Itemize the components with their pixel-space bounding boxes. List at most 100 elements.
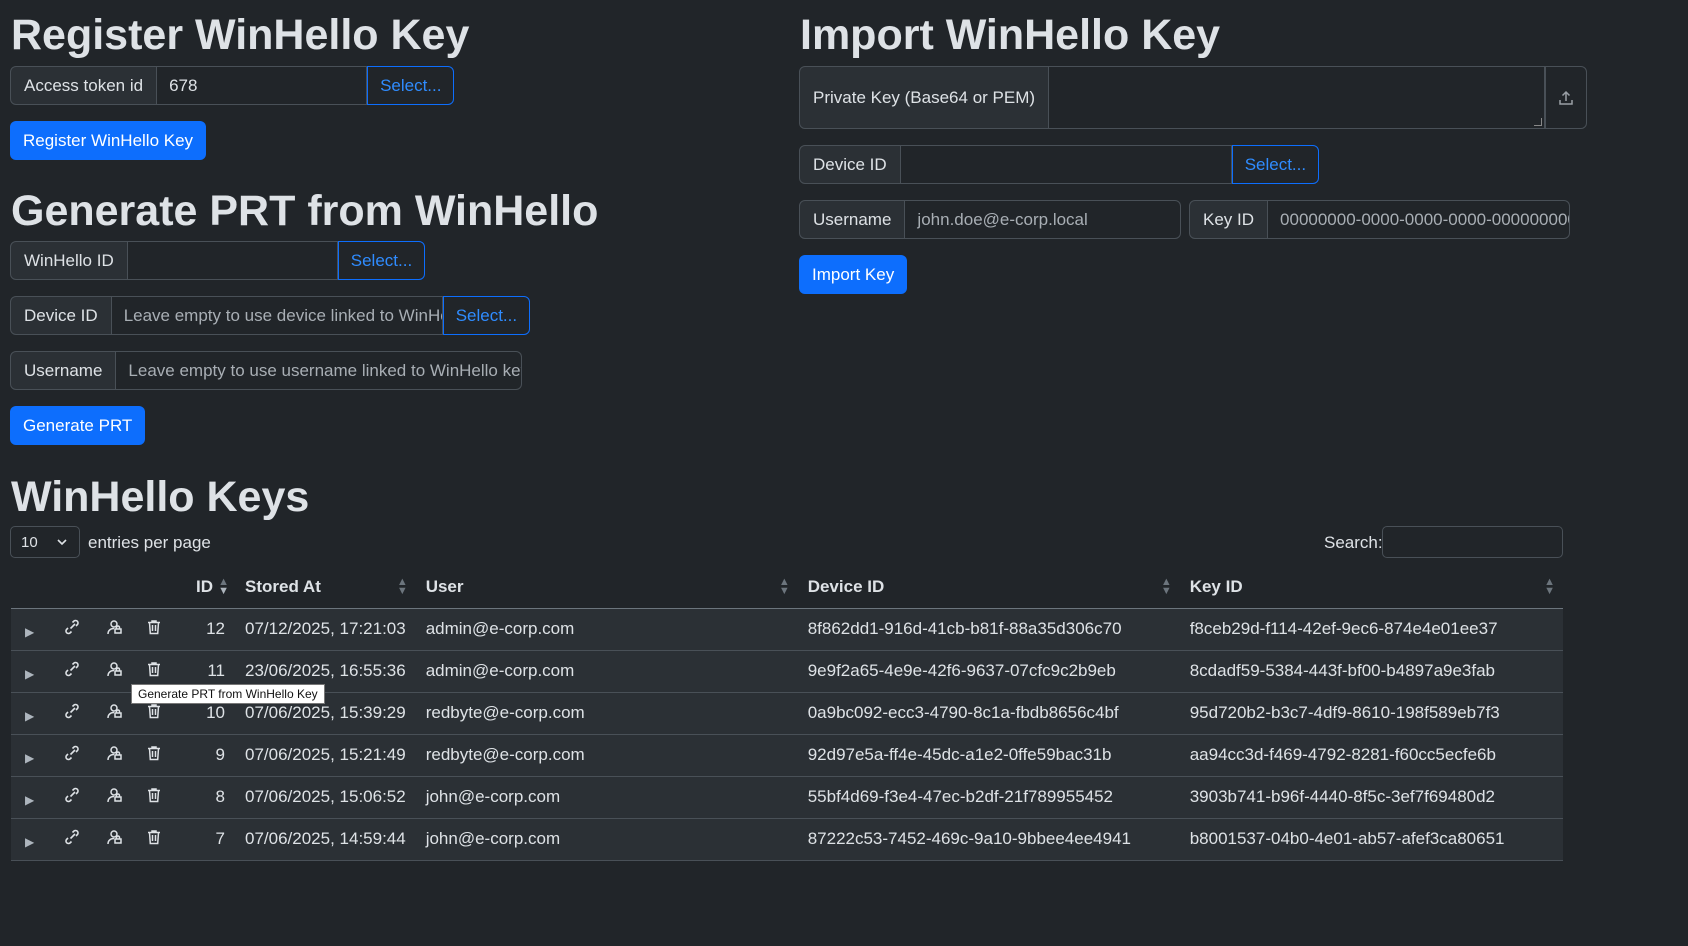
row-key-id: f8ceb29d-f114-42ef-9ec6-874e4e01ee37 bbox=[1179, 608, 1563, 651]
link-icon[interactable] bbox=[63, 702, 81, 720]
private-key-group: Private Key (Base64 or PEM) bbox=[799, 66, 1588, 129]
col-stored-at[interactable]: Stored At ▲ ▼ bbox=[235, 566, 416, 609]
generate-prt-icon[interactable] bbox=[105, 786, 123, 804]
link-icon[interactable] bbox=[63, 618, 81, 636]
private-key-label: Private Key (Base64 or PEM) bbox=[799, 66, 1050, 129]
row-key-id: aa94cc3d-f469-4792-8281-f60cc5ecfe6b bbox=[1179, 734, 1563, 777]
trash-icon[interactable] bbox=[145, 744, 163, 762]
import-keyid-input[interactable]: 00000000-0000-0000-0000-00000000000 bbox=[1268, 200, 1571, 239]
trash-icon[interactable] bbox=[145, 660, 163, 678]
import-username-input[interactable]: john.doe@e-corp.local bbox=[905, 200, 1182, 239]
generate-prt-icon[interactable] bbox=[105, 744, 123, 762]
winhello-id-input[interactable] bbox=[127, 241, 338, 280]
generate-device-input[interactable]: Leave empty to use device linked to WinH… bbox=[111, 296, 443, 335]
import-username-group: Username john.doe@e-corp.local bbox=[799, 200, 1182, 239]
table-row[interactable]: ▶ 12 07/12/2025, 17:21:03 admin@e-corp.com 8… bbox=[11, 608, 1563, 651]
search-input[interactable] bbox=[1382, 526, 1563, 558]
upload-icon bbox=[1557, 89, 1575, 107]
generate-device-group: Device ID Leave empty to use device link… bbox=[10, 296, 531, 335]
generate-username-group: Username Leave empty to use username lin… bbox=[10, 351, 523, 390]
trash-icon[interactable] bbox=[145, 702, 163, 720]
chevron-down-icon bbox=[55, 535, 69, 549]
expand-row-icon[interactable]: ▶ bbox=[25, 709, 55, 723]
generate-prt-icon[interactable] bbox=[105, 828, 123, 846]
row-user: redbyte@e-corp.com bbox=[415, 734, 798, 777]
row-user: redbyte@e-corp.com bbox=[415, 692, 798, 735]
page-size-value: 10 bbox=[21, 533, 38, 551]
row-stored-at: 07/12/2025, 17:21:03 bbox=[235, 608, 416, 651]
trash-icon[interactable] bbox=[145, 786, 163, 804]
winhello-id-label: WinHello ID bbox=[10, 241, 128, 280]
sort-icon: ▲ ▼ bbox=[778, 576, 790, 597]
row-user: john@e-corp.com bbox=[415, 818, 798, 861]
import-device-group: Device ID Select... bbox=[799, 145, 1320, 184]
row-device-id: 87222c53-7452-469c-9a10-9bbee4ee4941 bbox=[797, 818, 1180, 861]
row-controls: ▶ bbox=[11, 734, 181, 777]
winhello-keys-table: ID ▲ ▼ Stored At ▲ ▼ User ▲ ▼ Device ID ▲ ▼ … bbox=[11, 566, 1563, 861]
sort-desc-icon: ▲ ▼ bbox=[218, 576, 229, 597]
private-key-textarea[interactable] bbox=[1049, 66, 1546, 129]
col-user[interactable]: User ▲ ▼ bbox=[415, 566, 798, 609]
table-row[interactable]: ▶ 7 07/06/2025, 14:59:44 john@e-corp.com 872… bbox=[11, 818, 1563, 861]
col-device-id[interactable]: Device ID ▲ ▼ bbox=[797, 566, 1180, 609]
row-id: 12 bbox=[181, 608, 235, 651]
row-device-id: 55bf4d69-f3e4-47ec-b2df-21f789955452 bbox=[797, 776, 1180, 819]
generate-username-input[interactable]: Leave empty to use username linked to Wi… bbox=[116, 351, 523, 390]
expand-row-icon[interactable]: ▶ bbox=[25, 667, 55, 681]
tooltip: Generate PRT from WinHello Key bbox=[131, 684, 325, 704]
row-id: 8 bbox=[181, 776, 235, 819]
access-token-input[interactable]: 678 bbox=[157, 66, 368, 105]
generate-device-label: Device ID bbox=[10, 296, 112, 335]
row-key-id: 95d720b2-b3c7-4df9-8610-198f589eb7f3 bbox=[1179, 692, 1563, 735]
row-device-id: 0a9bc092-ecc3-4790-8c1a-fbdb8656c4bf bbox=[797, 692, 1180, 735]
entries-per-page-label: entries per page bbox=[88, 533, 211, 552]
generate-title: Generate PRT from WinHello bbox=[11, 187, 599, 235]
expand-row-icon[interactable]: ▶ bbox=[25, 835, 55, 849]
generate-prt-button[interactable]: Generate PRT bbox=[10, 406, 146, 445]
expand-row-icon[interactable]: ▶ bbox=[25, 625, 55, 639]
row-device-id: 92d97e5a-ff4e-45dc-a1e2-0ffe59bac31b bbox=[797, 734, 1180, 777]
access-token-label: Access token id bbox=[10, 66, 158, 105]
import-keyid-group: Key ID 00000000-0000-0000-0000-000000000… bbox=[1189, 200, 1571, 239]
winhello-id-group: WinHello ID Select... bbox=[10, 241, 426, 280]
col-key-id[interactable]: Key ID ▲ ▼ bbox=[1179, 566, 1563, 609]
table-row[interactable]: ▶ 8 07/06/2025, 15:06:52 john@e-corp.com 55b… bbox=[11, 776, 1563, 819]
import-device-input[interactable] bbox=[900, 145, 1232, 184]
upload-key-button[interactable] bbox=[1545, 66, 1588, 129]
page-size-select[interactable]: 10 bbox=[10, 526, 80, 558]
winhello-id-select-button[interactable]: Select... bbox=[337, 241, 426, 280]
import-username-label: Username bbox=[799, 200, 906, 239]
import-device-label: Device ID bbox=[799, 145, 901, 184]
col-id[interactable]: ID ▲ ▼ bbox=[181, 566, 235, 609]
row-stored-at: 07/06/2025, 15:06:52 bbox=[235, 776, 416, 819]
row-id: 9 bbox=[181, 734, 235, 777]
row-stored-at: 07/06/2025, 14:59:44 bbox=[235, 818, 416, 861]
import-keyid-label: Key ID bbox=[1189, 200, 1269, 239]
row-controls: ▶ bbox=[11, 608, 181, 651]
trash-icon[interactable] bbox=[145, 618, 163, 636]
sort-icon: ▲ ▼ bbox=[1160, 576, 1172, 597]
link-icon[interactable] bbox=[63, 660, 81, 678]
trash-icon[interactable] bbox=[145, 828, 163, 846]
resize-grip-icon[interactable] bbox=[1534, 118, 1543, 126]
row-id: 7 bbox=[181, 818, 235, 861]
register-winhello-button[interactable]: Register WinHello Key bbox=[10, 121, 207, 160]
generate-prt-icon[interactable] bbox=[105, 702, 123, 720]
row-user: admin@e-corp.com bbox=[415, 608, 798, 651]
row-user: john@e-corp.com bbox=[415, 776, 798, 819]
access-token-select-button[interactable]: Select... bbox=[367, 66, 455, 105]
link-icon[interactable] bbox=[63, 744, 81, 762]
generate-prt-icon[interactable] bbox=[105, 618, 123, 636]
access-token-group: Access token id 678 Select... bbox=[10, 66, 455, 105]
expand-row-icon[interactable]: ▶ bbox=[25, 793, 55, 807]
table-row[interactable]: ▶ 9 07/06/2025, 15:21:49 redbyte@e-corp.com… bbox=[11, 734, 1563, 777]
expand-row-icon[interactable]: ▶ bbox=[25, 751, 55, 765]
link-icon[interactable] bbox=[63, 828, 81, 846]
import-key-button[interactable]: Import Key bbox=[799, 255, 908, 294]
row-device-id: 9e9f2a65-4e9e-42f6-9637-07cfc9c2b9eb bbox=[797, 650, 1180, 693]
generate-prt-icon[interactable] bbox=[105, 660, 123, 678]
generate-device-select-button[interactable]: Select... bbox=[442, 296, 531, 335]
link-icon[interactable] bbox=[63, 786, 81, 804]
import-device-select-button[interactable]: Select... bbox=[1231, 145, 1320, 184]
row-device-id: 8f862dd1-916d-41cb-b81f-88a35d306c70 bbox=[797, 608, 1180, 651]
